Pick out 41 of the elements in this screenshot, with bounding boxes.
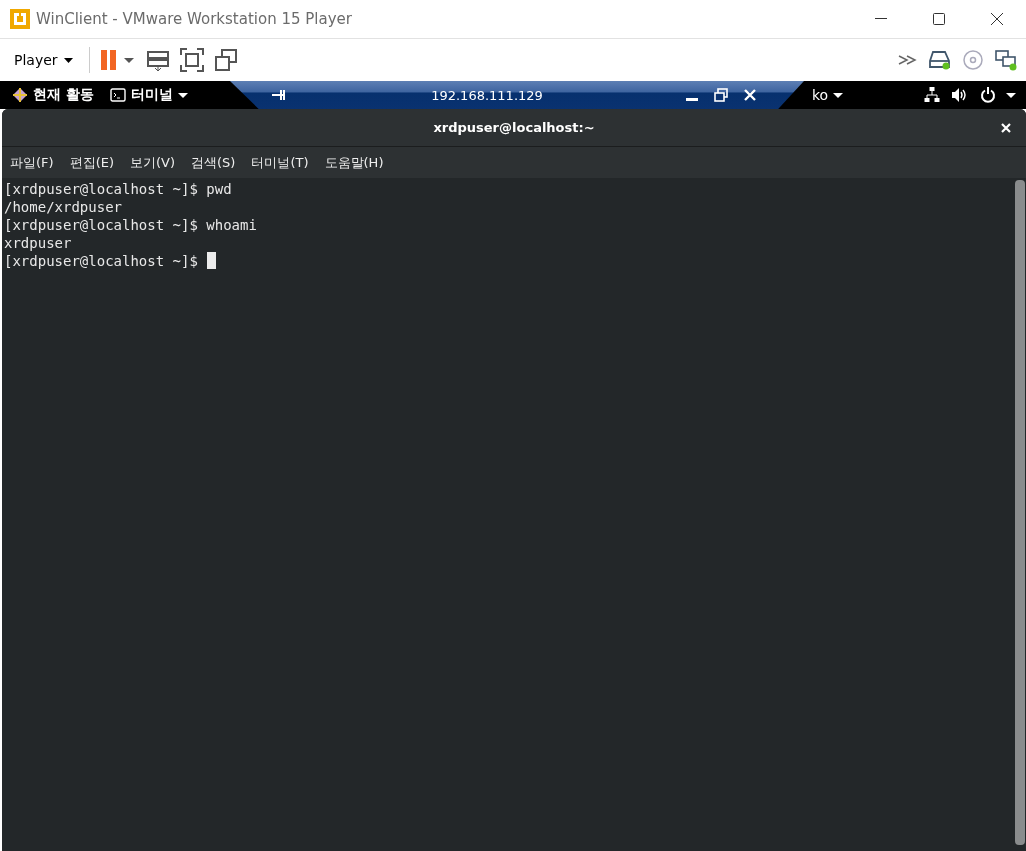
minimize-icon — [875, 18, 887, 20]
app-logo-icon — [10, 9, 30, 29]
menu-item[interactable]: 도움말(H) — [318, 153, 390, 172]
more-icon[interactable] — [898, 54, 918, 66]
terminal-output: /home/xrdpuser — [4, 198, 122, 216]
caret-icon — [1006, 92, 1016, 98]
scrollbar-thumb[interactable] — [1015, 180, 1025, 845]
caret-icon — [63, 57, 73, 63]
terminal-app-menu[interactable]: 터미널 — [101, 86, 196, 104]
close-icon — [744, 89, 756, 101]
menu-item[interactable]: 보기(V) — [124, 153, 182, 172]
caret-icon — [177, 92, 188, 98]
terminal-prompt: [xrdpuser@localhost ~]$ — [4, 252, 198, 270]
pin-icon — [272, 89, 288, 101]
fullscreen-icon[interactable] — [179, 48, 204, 72]
terminal-line: [xrdpuser@localhost ~]$ whoami — [4, 216, 257, 234]
close-icon — [991, 13, 1003, 25]
close-icon — [1001, 122, 1011, 133]
activities-button[interactable]: 현재 활동 — [4, 86, 102, 104]
remote-host-address: 192.168.111.129 — [430, 87, 544, 103]
minimize-icon — [686, 98, 698, 101]
text-cursor — [206, 252, 216, 269]
menu-item[interactable]: 파일(F) — [4, 153, 60, 172]
maximize-icon — [933, 13, 945, 25]
power-icon — [980, 87, 996, 103]
menu-item[interactable]: 터미널(T) — [245, 153, 315, 172]
terminal-icon — [109, 88, 126, 102]
keyboard-layout-menu[interactable]: ko — [804, 87, 852, 103]
hard-disk-icon[interactable] — [928, 49, 952, 71]
network-adapter-icon[interactable] — [994, 48, 1018, 72]
window-title: WinClient - VMware Workstation 15 Player — [36, 10, 353, 28]
pause-button[interactable] — [99, 50, 136, 70]
terminal-title: xrdpuser@localhost:~ — [432, 120, 596, 135]
menu-item[interactable]: 편집(E) — [63, 153, 120, 172]
player-menu[interactable]: Player — [8, 50, 79, 70]
menu-item[interactable]: 검색(S) — [185, 153, 242, 172]
terminal-line: [xrdpuser@localhost ~]$ pwd — [4, 180, 232, 198]
terminal-output: xrdpuser — [4, 234, 72, 252]
restore-icon — [714, 88, 728, 102]
caret-icon — [833, 92, 844, 98]
logo-icon — [12, 87, 28, 103]
